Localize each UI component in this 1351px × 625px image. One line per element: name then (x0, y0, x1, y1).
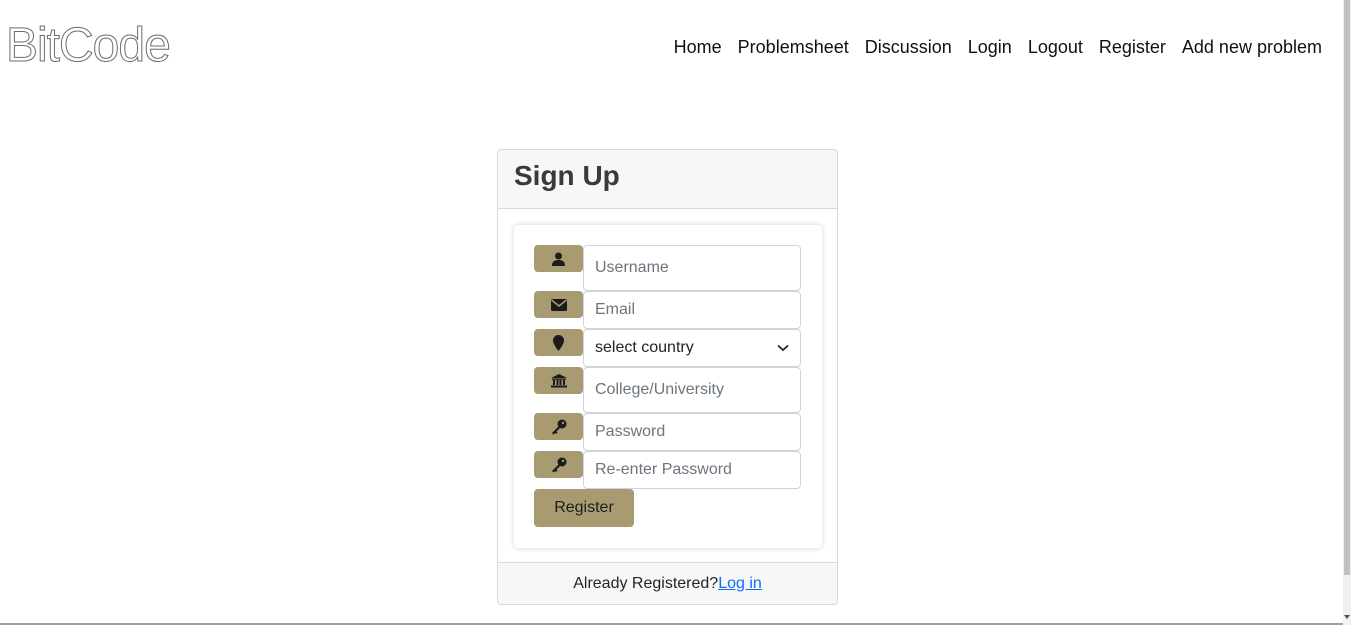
vertical-scrollbar[interactable] (1343, 0, 1351, 625)
card-title: Sign Up (514, 160, 620, 191)
nav-logout[interactable]: Logout (1028, 36, 1083, 58)
page: BitCode Home Problemsheet Discussion Log… (0, 0, 1351, 625)
password-row (534, 413, 802, 451)
top-nav: Home Problemsheet Discussion Login Logou… (674, 36, 1322, 58)
email-input[interactable] (583, 291, 801, 329)
key-icon (534, 451, 583, 478)
map-marker-icon (534, 329, 583, 356)
institution-icon (534, 367, 583, 394)
chevron-down-icon (777, 339, 789, 357)
email-row (534, 291, 802, 329)
envelope-icon (534, 291, 583, 318)
brand-logo[interactable]: BitCode (6, 18, 172, 74)
nav-login[interactable]: Login (968, 36, 1012, 58)
college-row (534, 367, 802, 413)
already-registered-text: Already Registered? (573, 574, 719, 592)
scroll-down-arrow-icon[interactable] (1344, 615, 1350, 619)
repassword-input[interactable] (583, 451, 801, 489)
signup-form: select country (514, 225, 822, 548)
card-footer: Already Registered? Log in (498, 562, 837, 604)
country-select[interactable]: select country (583, 329, 801, 367)
nav-home[interactable]: Home (674, 36, 722, 58)
country-select-value: select country (595, 339, 694, 356)
key-icon (534, 413, 583, 440)
college-input[interactable] (583, 367, 801, 413)
nav-discussion[interactable]: Discussion (865, 36, 952, 58)
scrollbar-thumb[interactable] (1344, 0, 1350, 575)
nav-problemsheet[interactable]: Problemsheet (738, 36, 849, 58)
password-input[interactable] (583, 413, 801, 451)
nav-register[interactable]: Register (1099, 36, 1166, 58)
username-input[interactable] (583, 245, 801, 291)
signup-card: Sign Up Username Email select country Co… (497, 149, 838, 605)
card-header: Sign Up (498, 150, 837, 209)
login-link[interactable]: Log in (718, 575, 762, 593)
user-icon (534, 245, 583, 272)
country-row: select country (534, 329, 802, 367)
username-row (534, 245, 802, 291)
register-button[interactable]: Register (534, 489, 634, 527)
nav-add-new-problem[interactable]: Add new problem (1182, 36, 1322, 58)
repassword-row (534, 451, 802, 489)
